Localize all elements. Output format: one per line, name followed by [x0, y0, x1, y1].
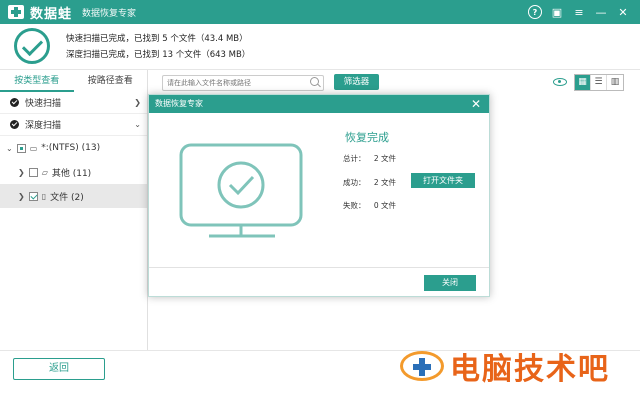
tree-item-label: 文件 (2): [50, 192, 84, 203]
sidebar-item-label: 快速扫描: [25, 99, 62, 109]
dialog-title-bar: 数据恢复专家 ✕: [149, 95, 489, 113]
recovery-complete-dialog: 数据恢复专家 ✕ 恢复完成 总计： 2 文件 成功： 2 文件 打开文件夹 失败…: [148, 94, 490, 297]
chevron-right-icon[interactable]: ❯: [18, 168, 25, 177]
chevron-right-icon[interactable]: ❯: [18, 192, 25, 201]
sidebar: 按类型查看 按路径查看 快速扫描 ❯ 深度扫描 ⌄ ⌄ ▭ *:(NTFS) (…: [0, 70, 148, 350]
eye-icon[interactable]: [553, 78, 567, 86]
tree-item-files[interactable]: ❯ ▯ 文件 (2): [0, 184, 147, 208]
brand-name: 数据蛙: [30, 6, 73, 22]
tab-by-type[interactable]: 按类型查看: [0, 70, 74, 92]
sidebar-item-label: 深度扫描: [25, 121, 62, 131]
app-subtitle: 数据恢复专家: [82, 8, 137, 19]
success-row: 成功： 2 文件: [343, 177, 396, 188]
view-mode-switcher: ▦ ☰ ▥: [574, 74, 624, 91]
open-folder-button[interactable]: 打开文件夹: [411, 173, 475, 188]
total-row: 总计： 2 文件: [343, 153, 396, 164]
tree-checkbox[interactable]: [28, 191, 38, 201]
document-icon: ▯: [41, 191, 47, 201]
filter-button[interactable]: 筛选器: [334, 74, 379, 90]
watermark-text: 电脑技术吧: [450, 352, 610, 387]
chevron-down-icon[interactable]: ⌄: [6, 144, 13, 153]
chevron-right-icon: ❯: [134, 98, 141, 107]
watermark-logo-icon: [400, 351, 444, 381]
check-circle-icon: [14, 28, 50, 64]
tree-item-label: 其他 (11): [51, 168, 92, 179]
chevron-down-icon: ⌄: [134, 120, 141, 129]
watermark: 电脑技术吧: [400, 344, 610, 388]
detail-view-icon[interactable]: ▥: [607, 75, 623, 90]
tab-by-path[interactable]: 按路径查看: [74, 70, 148, 92]
app-logo: 数据蛙: [8, 3, 72, 22]
sidebar-item-deep-scan[interactable]: 深度扫描 ⌄: [0, 114, 147, 136]
search-input[interactable]: [162, 75, 324, 91]
sidebar-item-quick-scan[interactable]: 快速扫描 ❯: [0, 92, 147, 114]
success-label: 成功：: [343, 178, 366, 187]
tree-checkbox[interactable]: [16, 143, 26, 153]
minimize-icon[interactable]: —: [594, 5, 608, 19]
title-bar: 数据蛙 数据恢复专家 ? ▣ ≡ — ✕: [0, 0, 640, 24]
total-value: 2 文件: [373, 154, 397, 163]
check-dot-icon: [10, 98, 19, 107]
save-icon[interactable]: ▣: [550, 5, 564, 19]
folder-icon: ▱: [41, 167, 48, 177]
tree-item-other[interactable]: ❯ ▱ 其他 (11): [0, 160, 147, 184]
window-controls: ? ▣ ≡ — ✕: [528, 5, 630, 19]
drive-icon: ▭: [29, 143, 38, 153]
grid-view-icon[interactable]: ▦: [575, 75, 591, 90]
tree-item-label: *:(NTFS) (13): [41, 143, 101, 153]
success-value: 2 文件: [373, 178, 397, 187]
dialog-divider: [149, 267, 489, 268]
fail-value: 0 文件: [373, 201, 397, 210]
check-dot-icon: [10, 120, 19, 129]
dialog-heading: 恢复完成: [345, 131, 389, 144]
tree-item-drive[interactable]: ⌄ ▭ *:(NTFS) (13): [0, 136, 147, 160]
quick-scan-status: 快速扫描已完成，已找到 5 个文件（43.4 MB）: [66, 34, 248, 44]
view-tabs: 按类型查看 按路径查看: [0, 70, 147, 92]
scan-summary: 快速扫描已完成，已找到 5 个文件（43.4 MB） 深度扫描已完成，已找到 1…: [0, 24, 640, 70]
total-label: 总计：: [343, 154, 366, 163]
dialog-close-button[interactable]: 关闭: [424, 275, 476, 291]
dialog-title: 数据恢复专家: [155, 99, 203, 108]
monitor-check-icon: [179, 143, 303, 238]
close-icon[interactable]: ✕: [616, 5, 630, 19]
help-icon[interactable]: ?: [528, 5, 542, 19]
list-view-icon[interactable]: ☰: [591, 75, 607, 90]
dialog-close-icon[interactable]: ✕: [471, 95, 481, 113]
tree-checkbox[interactable]: [28, 167, 38, 177]
deep-scan-status: 深度扫描已完成，已找到 13 个文件（643 MB）: [66, 50, 251, 60]
menu-icon[interactable]: ≡: [572, 5, 586, 19]
back-button[interactable]: 返回: [13, 358, 105, 380]
search-icon[interactable]: [310, 77, 319, 86]
fail-row: 失败： 0 文件: [343, 200, 396, 211]
fail-label: 失败：: [343, 201, 366, 210]
plus-logo-icon: [8, 5, 24, 19]
